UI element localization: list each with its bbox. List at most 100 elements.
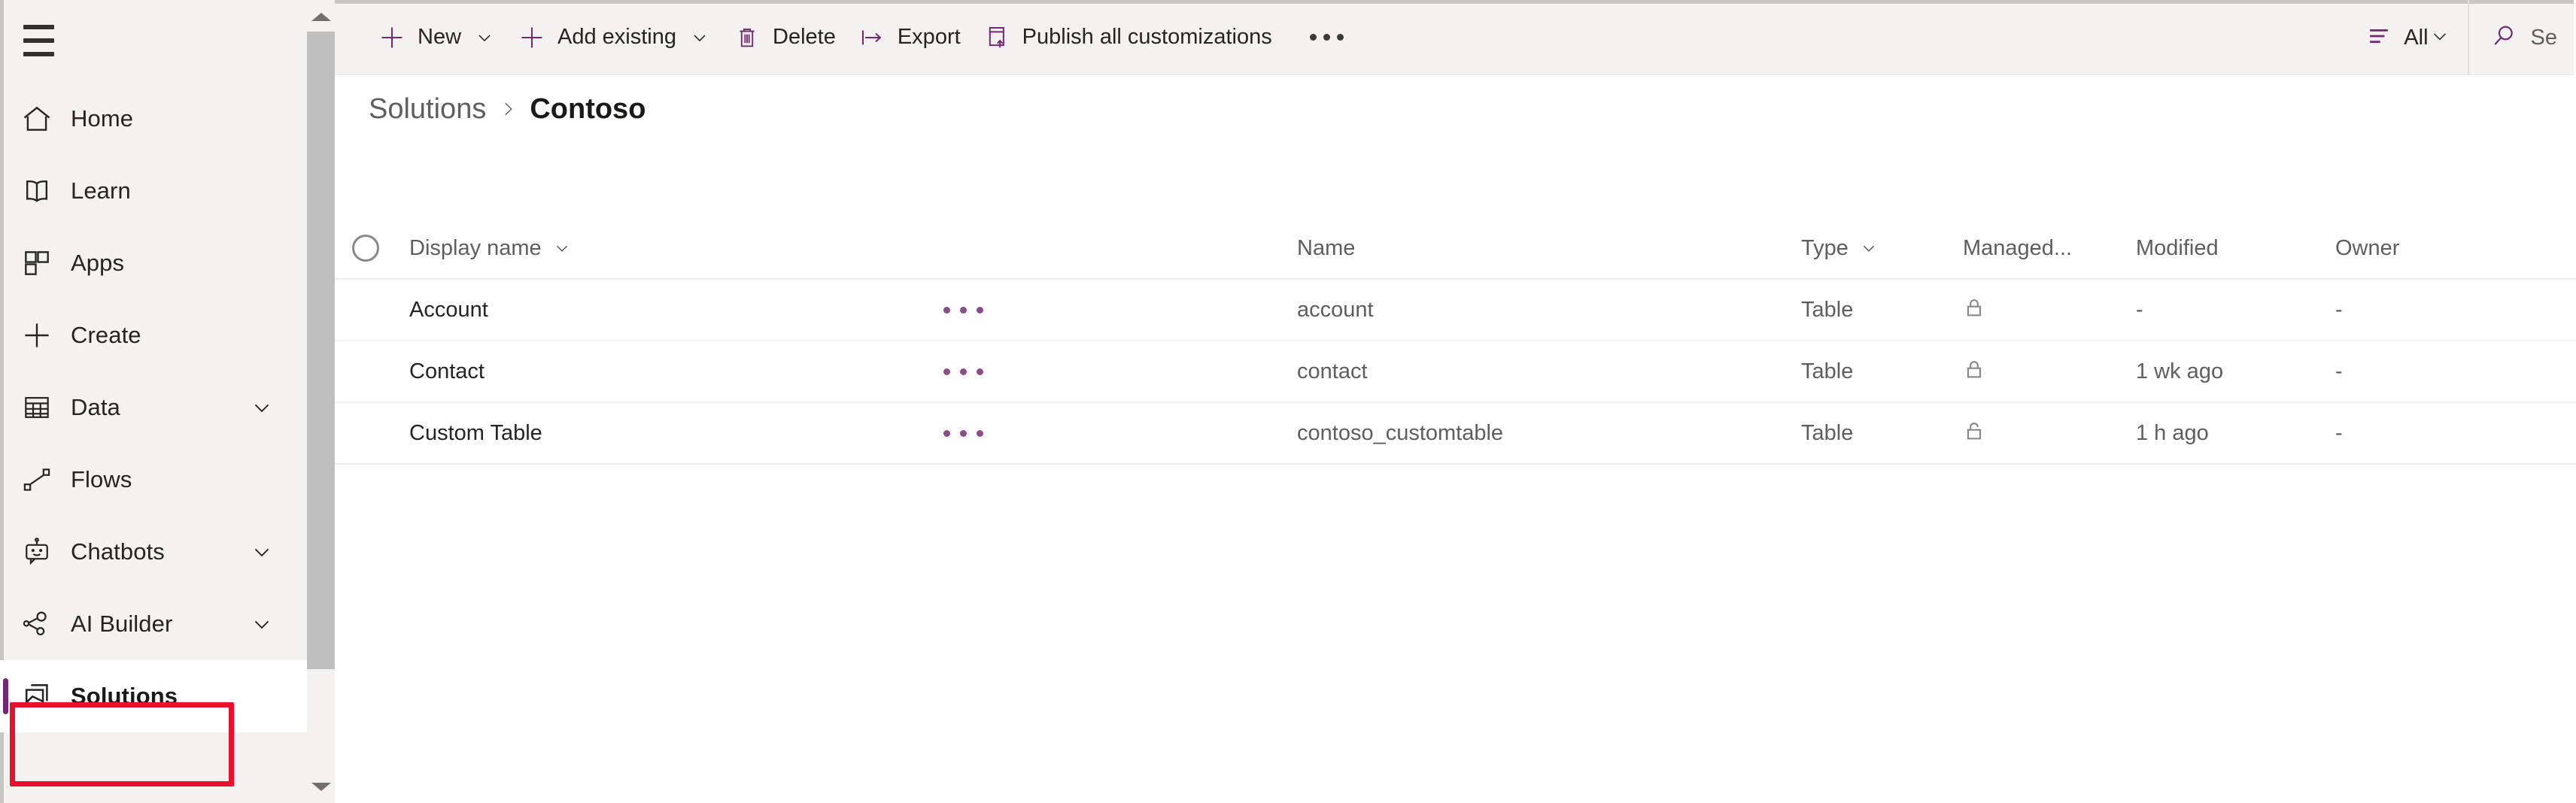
sidebar-scrollbar[interactable] [307,0,335,803]
plus-icon [17,315,57,356]
command-bar: New Add existing [335,0,2574,75]
cell-owner: - [2335,298,2531,323]
table-row[interactable]: Custom Table contoso_customtable Table 1… [331,403,2576,465]
delete-button[interactable]: Delete [721,0,846,75]
column-header-label: Managed... [1963,236,2072,261]
cell-name: contoso_customtable [1297,421,1801,446]
lock-closed-icon [1963,295,1985,325]
window-top-edge [335,0,2574,4]
column-header-type[interactable]: Type [1801,236,1963,261]
plus-icon [377,23,407,53]
cell-display-name[interactable]: Account [409,298,1297,323]
chevron-down-icon[interactable] [2429,25,2451,51]
solution-objects-grid: Display name Name Type Manag [331,218,2576,465]
row-type: Table [1801,359,1853,384]
sidebar-item-ai-builder[interactable]: AI Builder [0,588,333,660]
column-header-modified[interactable]: Modified [2136,236,2335,261]
column-header-managed[interactable]: Managed... [1963,236,2136,261]
chatbot-icon [17,532,57,572]
table-grid-icon [17,387,57,428]
row-display-name: Custom Table [409,421,542,446]
table-row[interactable]: Contact contact Table 1 wk ago [331,341,2576,403]
publish-all-customizations-button[interactable]: Publish all customizations [971,0,1283,75]
row-modified: - [2136,298,2143,323]
selection-indicator [3,678,8,714]
search-button[interactable]: Se [2472,0,2574,75]
chevron-down-icon[interactable] [552,238,572,258]
scrollbar-thumb[interactable] [307,32,335,669]
chevron-down-icon[interactable] [249,539,275,565]
sidebar-item-label: Home [71,105,133,132]
column-header-display-name[interactable]: Display name [409,236,1297,261]
column-header-label: Modified [2136,236,2219,261]
cell-modified: - [2136,298,2335,323]
delete-button-label: Delete [773,25,836,50]
chevron-down-icon[interactable] [1859,238,1879,258]
power-apps-window: Home Learn Apps [0,0,2576,803]
sidebar-item-label: Create [71,322,141,349]
new-button[interactable]: New [366,0,506,75]
sidebar-item-solutions[interactable]: Solutions [0,660,333,732]
sidebar-item-apps[interactable]: Apps [0,227,333,299]
filter-lines-icon [2365,22,2393,54]
nav-item-list: Home Learn Apps [0,83,333,732]
cell-type: Table [1801,421,1963,446]
cell-display-name[interactable]: Custom Table [409,421,1297,446]
more-horizontal-icon[interactable] [943,430,983,437]
sidebar-item-label: Learn [71,177,131,205]
more-horizontal-icon[interactable] [1293,0,1360,75]
toolbar-divider [2468,0,2469,75]
new-button-label: New [418,25,461,50]
chevron-down-icon[interactable] [473,26,496,49]
export-button[interactable]: Export [846,0,971,75]
cell-display-name[interactable]: Contact [409,359,1297,384]
scroll-down-arrow-icon[interactable] [307,773,335,800]
more-horizontal-icon[interactable] [943,368,983,375]
row-name: account [1297,298,1374,323]
solutions-icon [17,676,57,717]
plus-icon [517,23,547,53]
view-filter-all-button[interactable]: All [2351,0,2464,75]
breadcrumb-current-page: Contoso [530,93,646,126]
cell-owner: - [2335,421,2531,446]
row-display-name: Account [409,298,488,323]
sidebar-item-data[interactable]: Data [0,371,333,444]
column-header-label: Display name [409,236,542,261]
cell-type: Table [1801,298,1963,323]
ai-builder-icon [17,604,57,644]
row-owner: - [2335,359,2343,384]
row-type: Table [1801,298,1853,323]
sidebar-item-label: AI Builder [71,611,172,638]
column-header-owner[interactable]: Owner [2335,236,2531,261]
cell-name: contact [1297,359,1801,384]
sidebar-item-learn[interactable]: Learn [0,155,333,227]
row-owner: - [2335,421,2343,446]
sidebar-item-create[interactable]: Create [0,299,333,371]
sidebar-item-label: Apps [71,250,124,277]
column-header-name[interactable]: Name [1297,236,1801,261]
sidebar-item-flows[interactable]: Flows [0,444,333,516]
sidebar-item-home[interactable]: Home [0,83,333,155]
chevron-down-icon[interactable] [688,26,711,49]
hamburger-menu-icon[interactable] [15,18,62,63]
add-existing-button[interactable]: Add existing [506,0,721,75]
sidebar-item-label: Chatbots [71,538,165,565]
cell-managed [1963,357,2136,386]
breadcrumb-parent-link[interactable]: Solutions [369,93,486,126]
select-all-circle-icon[interactable] [352,235,379,262]
search-icon [2489,21,2519,55]
more-horizontal-icon[interactable] [943,307,983,314]
row-display-name: Contact [409,359,485,384]
cell-owner: - [2335,359,2531,384]
left-navigation: Home Learn Apps [0,0,335,803]
chevron-down-icon[interactable] [249,395,275,420]
cell-managed [1963,295,2136,325]
book-icon [17,171,57,211]
breadcrumb: Solutions Contoso [335,75,646,143]
sidebar-item-chatbots[interactable]: Chatbots [0,516,333,588]
export-icon [857,23,887,53]
scroll-up-arrow-icon[interactable] [307,3,335,30]
chevron-down-icon[interactable] [249,611,275,637]
table-row[interactable]: Account account Table - [331,280,2576,341]
sidebar-item-label: Flows [71,466,132,493]
